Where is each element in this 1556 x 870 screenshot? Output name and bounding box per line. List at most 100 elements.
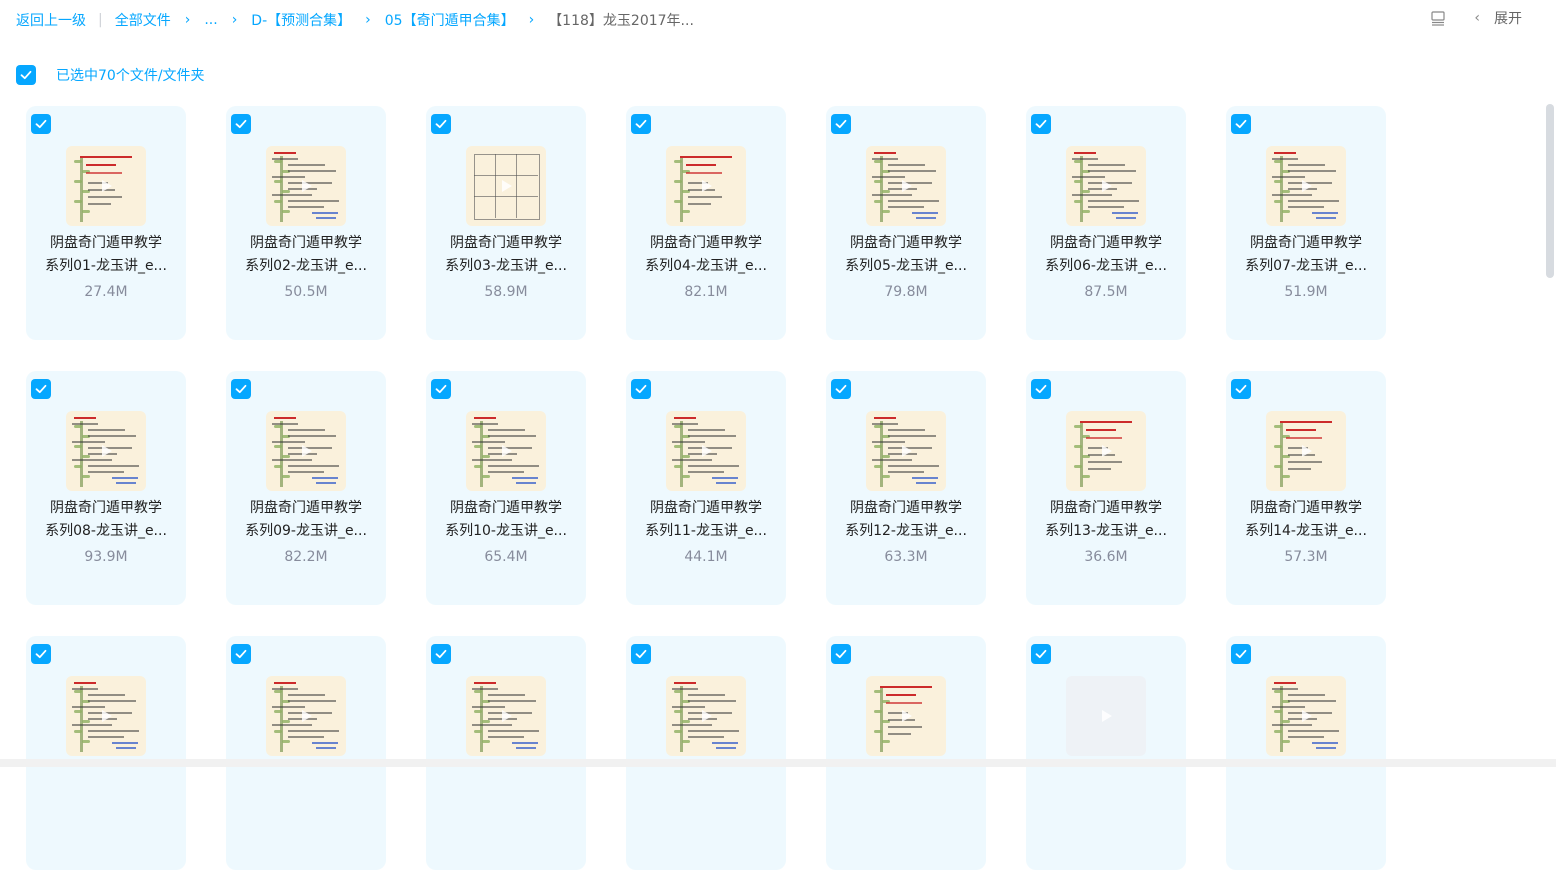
file-checkbox[interactable] [1231,644,1251,664]
file-size: 58.9M [426,284,586,300]
file-checkbox[interactable] [231,644,251,664]
select-all-checkbox[interactable] [16,65,36,85]
list-view-icon[interactable] [1430,10,1446,26]
file-checkbox[interactable] [231,379,251,399]
file-name-line2: 系列02-龙玉讲_e... [226,255,386,278]
file-name-line1: 阴盘奇门遁甲教学 [626,232,786,255]
file-name[interactable]: 阴盘奇门遁甲教学系列06-龙玉讲_e... [1026,232,1186,278]
back-link[interactable]: 返回上一级 [16,10,86,30]
file-card[interactable]: 阴盘奇门遁甲教学系列12-龙玉讲_e... 63.3M [826,371,986,605]
file-name-line2: 系列04-龙玉讲_e... [626,255,786,278]
file-checkbox[interactable] [31,644,51,664]
file-name[interactable]: 阴盘奇门遁甲教学系列14-龙玉讲_e... [1226,497,1386,543]
file-card[interactable] [1226,636,1386,870]
file-name-line1: 阴盘奇门遁甲教学 [26,497,186,520]
file-checkbox[interactable] [1031,379,1051,399]
file-card[interactable]: 阴盘奇门遁甲教学系列09-龙玉讲_e...82.2M [226,371,386,605]
file-card[interactable] [826,636,986,870]
file-checkbox[interactable] [431,644,451,664]
video-thumbnail[interactable] [866,676,946,756]
breadcrumb-all-files[interactable]: 全部文件 [115,10,171,30]
file-name-line2: 系列09-龙玉讲_e... [226,520,386,543]
file-card[interactable]: 阴盘奇门遁甲教学系列07-龙玉讲_e...51.9M [1226,106,1386,340]
file-checkbox[interactable] [831,644,851,664]
file-checkbox[interactable] [431,379,451,399]
file-name-line1: 阴盘奇门遁甲教学 [1226,497,1386,520]
file-name[interactable]: 阴盘奇门遁甲教学系列04-龙玉讲_e... [626,232,786,278]
file-card[interactable]: 阴盘奇门遁甲教学系列05-龙玉讲_e...79.8M [826,106,986,340]
file-card[interactable] [626,636,786,870]
video-thumbnail[interactable] [1266,146,1346,226]
file-name[interactable]: 阴盘奇门遁甲教学系列07-龙玉讲_e... [1226,232,1386,278]
file-name[interactable]: 阴盘奇门遁甲教学系列08-龙玉讲_e... [26,497,186,543]
file-checkbox[interactable] [831,114,851,134]
breadcrumb-folder-prediction[interactable]: D-【预测合集】 [251,10,351,30]
video-thumbnail[interactable] [66,146,146,226]
file-card[interactable]: 阴盘奇门遁甲教学系列04-龙玉讲_e...82.1M [626,106,786,340]
file-card[interactable]: 阴盘奇门遁甲教学系列03-龙玉讲_e... 58.9M [426,106,586,340]
file-card[interactable] [1026,636,1186,870]
file-size: 63.3M [826,549,986,565]
file-checkbox[interactable] [431,114,451,134]
video-thumbnail[interactable] [66,676,146,756]
file-checkbox[interactable] [31,114,51,134]
video-thumbnail[interactable] [666,676,746,756]
file-checkbox[interactable] [631,114,651,134]
file-checkbox[interactable] [231,114,251,134]
file-name[interactable]: 阴盘奇门遁甲教学系列02-龙玉讲_e... [226,232,386,278]
video-thumbnail[interactable] [866,411,946,491]
file-name[interactable]: 阴盘奇门遁甲教学系列12-龙玉讲_e... [826,497,986,543]
video-thumbnail[interactable] [1066,146,1146,226]
file-card[interactable]: 阴盘奇门遁甲教学系列13-龙玉讲_e...36.6M [1026,371,1186,605]
file-checkbox[interactable] [1231,114,1251,134]
file-card[interactable]: 阴盘奇门遁甲教学系列11-龙玉讲_e...44.1M [626,371,786,605]
file-checkbox[interactable] [31,379,51,399]
file-checkbox[interactable] [631,644,651,664]
file-name[interactable]: 阴盘奇门遁甲教学系列09-龙玉讲_e... [226,497,386,543]
file-checkbox[interactable] [1031,644,1051,664]
video-thumbnail[interactable] [266,411,346,491]
file-checkbox[interactable] [831,379,851,399]
video-thumbnail[interactable] [266,676,346,756]
video-thumbnail[interactable] [1066,411,1146,491]
file-card[interactable]: 阴盘奇门遁甲教学系列10-龙玉讲_e...65.4M [426,371,586,605]
file-name[interactable]: 阴盘奇门遁甲教学系列03-龙玉讲_e... [426,232,586,278]
file-card[interactable]: 阴盘奇门遁甲教学系列01-龙玉讲_e...27.4M [26,106,186,340]
file-name-line1: 阴盘奇门遁甲教学 [1026,232,1186,255]
check-icon [1034,382,1048,396]
file-name[interactable]: 阴盘奇门遁甲教学系列11-龙玉讲_e... [626,497,786,543]
video-thumbnail[interactable] [266,146,346,226]
video-thumbnail[interactable] [466,676,546,756]
video-thumbnail[interactable] [666,146,746,226]
file-card[interactable]: 阴盘奇门遁甲教学系列14-龙玉讲_e...57.3M [1226,371,1386,605]
file-name[interactable]: 阴盘奇门遁甲教学系列01-龙玉讲_e... [26,232,186,278]
video-thumbnail[interactable] [1266,676,1346,756]
file-name[interactable]: 阴盘奇门遁甲教学系列13-龙玉讲_e... [1026,497,1186,543]
video-thumbnail[interactable] [1266,411,1346,491]
video-thumbnail[interactable] [466,146,546,226]
file-checkbox[interactable] [1231,379,1251,399]
file-checkbox[interactable] [631,379,651,399]
breadcrumb-ellipsis[interactable]: ... [204,12,217,28]
breadcrumb-folder-qimen[interactable]: 05【奇门遁甲合集】 [385,10,515,30]
video-thumbnail[interactable] [1066,676,1146,756]
file-name[interactable]: 阴盘奇门遁甲教学系列10-龙玉讲_e... [426,497,586,543]
file-card[interactable]: 阴盘奇门遁甲教学系列02-龙玉讲_e...50.5M [226,106,386,340]
chevron-left-icon[interactable]: ‹ [1474,10,1480,26]
check-icon [434,117,448,131]
file-card[interactable]: 阴盘奇门遁甲教学系列06-龙玉讲_e...87.5M [1026,106,1186,340]
file-name[interactable]: 阴盘奇门遁甲教学系列05-龙玉讲_e... [826,232,986,278]
file-card[interactable] [226,636,386,870]
video-thumbnail[interactable] [866,146,946,226]
horizontal-scrollbar[interactable] [0,759,1556,767]
file-card[interactable] [426,636,586,870]
expand-button[interactable]: 展开 [1494,8,1522,28]
vertical-scrollbar[interactable] [1546,104,1554,278]
check-icon [1234,647,1248,661]
file-card[interactable]: 阴盘奇门遁甲教学系列08-龙玉讲_e...93.9M [26,371,186,605]
file-card[interactable] [26,636,186,870]
video-thumbnail[interactable] [666,411,746,491]
video-thumbnail[interactable] [66,411,146,491]
file-checkbox[interactable] [1031,114,1051,134]
video-thumbnail[interactable] [466,411,546,491]
